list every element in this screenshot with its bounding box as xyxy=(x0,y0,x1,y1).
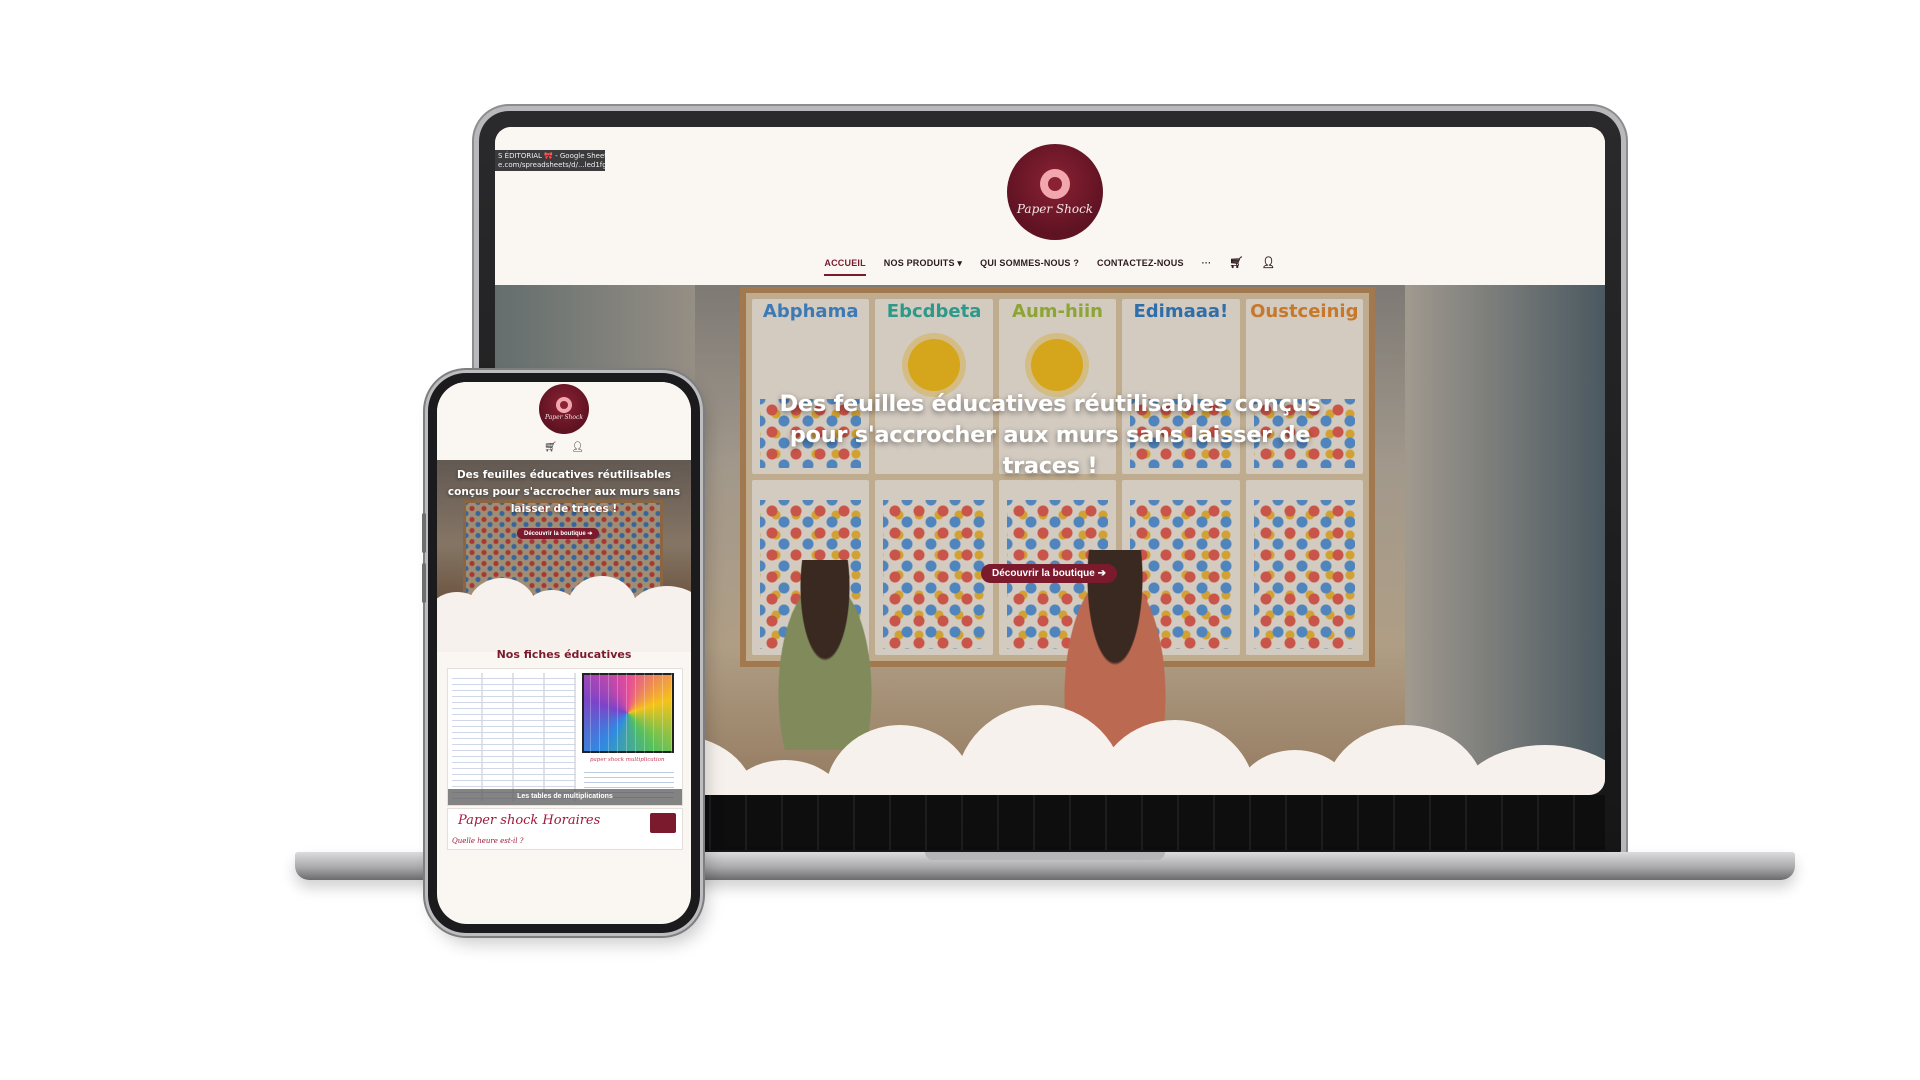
product-card-multiplication[interactable]: paper shock multiplication Les tables de… xyxy=(447,668,683,806)
mobile-header-icons: 🛒︎ 👤︎ xyxy=(544,442,584,453)
multiplication-grid xyxy=(582,673,674,753)
user-icon[interactable]: 👤︎ xyxy=(571,442,584,453)
tooltip-title: S ÉDITORIAL 🎀 - Google Sheets xyxy=(498,152,605,160)
user-icon[interactable]: 👤︎ xyxy=(1261,256,1275,276)
mobile-brand-name: Paper Shock xyxy=(544,414,584,421)
nav-item-qui-sommes-nous[interactable]: QUI SOMMES-NOUS ? xyxy=(980,258,1079,276)
product-card-title: Paper shock Horaires xyxy=(458,813,601,828)
phone-device: Paper Shock 🛒︎ 👤︎ Des feuilles éducative… xyxy=(422,373,700,933)
cart-icon[interactable]: 🛒︎ xyxy=(544,442,557,453)
logo-swirl-icon xyxy=(556,397,572,413)
mobile-header: Paper Shock 🛒︎ 👤︎ xyxy=(437,382,691,460)
brand-logo[interactable]: Paper Shock xyxy=(1007,144,1103,240)
phone-side-button xyxy=(422,563,426,603)
cart-icon[interactable]: 🛒︎ xyxy=(1229,256,1243,276)
hero-title: Des feuilles éducatives réutilisables co… xyxy=(779,391,1321,479)
product-card-subtitle: Quelle heure est-il ? xyxy=(452,837,524,845)
phone-screen: Paper Shock 🛒︎ 👤︎ Des feuilles éducative… xyxy=(437,382,691,924)
multiplication-sheet-image xyxy=(452,673,576,801)
discover-shop-button[interactable]: Découvrir la boutique ➔ xyxy=(981,564,1117,583)
mobile-hero-title: Des feuilles éducatives réutilisables co… xyxy=(447,469,681,515)
product-card-caption: Les tables de multiplications xyxy=(448,789,682,805)
nav-item-accueil[interactable]: ACCUEIL xyxy=(824,258,866,276)
nav-item-nos-produits[interactable]: NOS PRODUITS ▾ xyxy=(884,258,962,276)
mobile-cloud-divider xyxy=(437,572,691,652)
logo-swirl-icon xyxy=(1040,168,1070,199)
multiplication-grid-image: paper shock multiplication xyxy=(580,673,678,801)
phone-side-button xyxy=(422,513,426,553)
laptop-notch xyxy=(925,852,1165,860)
nav-more-button[interactable]: ··· xyxy=(1202,258,1212,276)
site-header: Paper Shock ACCUEIL NOS PRODUITS ▾ QUI S… xyxy=(495,127,1605,285)
brand-name: Paper Shock xyxy=(1016,201,1094,216)
tooltip-url: e.com/spreadsheets/d/...led1fgidx... xyxy=(498,161,605,169)
main-nav: ACCUEIL NOS PRODUITS ▾ QUI SOMMES-NOUS ?… xyxy=(495,256,1605,276)
section-title: Nos fiches éducatives xyxy=(496,648,632,661)
nav-item-contactez-nous[interactable]: CONTACTEZ-NOUS xyxy=(1097,258,1184,276)
mini-brand-logo xyxy=(650,813,676,833)
mobile-brand-logo[interactable]: Paper Shock xyxy=(539,384,589,434)
product-card-horaires[interactable]: Paper shock Horaires Quelle heure est-il… xyxy=(447,808,683,850)
card-inner-label: paper shock multiplication xyxy=(590,757,665,763)
mobile-discover-shop-button[interactable]: Découvrir la boutique ➔ xyxy=(517,528,600,539)
browser-tab-tooltip: S ÉDITORIAL 🎀 - Google Sheets e.com/spre… xyxy=(495,150,605,171)
